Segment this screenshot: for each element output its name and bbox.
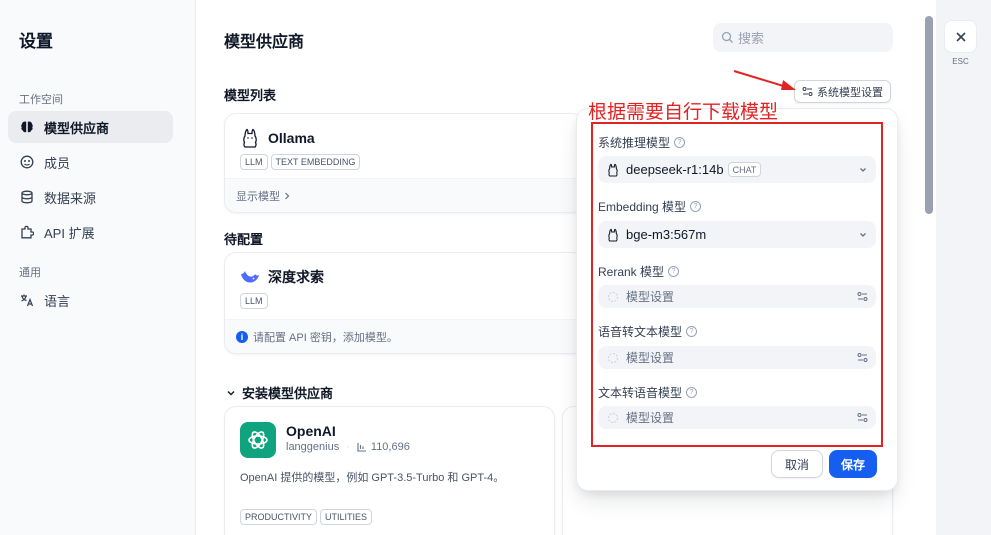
- members-icon: [20, 155, 34, 169]
- openai-provider-card[interactable]: OpenAI langgenius · 110,696 OpenAI 提供的模型…: [224, 406, 555, 535]
- pending-title: 待配置: [224, 232, 264, 247]
- sidebar-item-label: 语言: [44, 293, 71, 309]
- openai-description: OpenAI 提供的模型，例如 GPT-3.5-Turbo 和 GPT-4。: [240, 472, 505, 484]
- ollama-logo-icon: [240, 128, 260, 148]
- close-icon: [955, 31, 967, 43]
- sidebar-item-api-extension[interactable]: API 扩展: [8, 216, 173, 248]
- puzzle-icon: [20, 225, 34, 239]
- sidebar-group-workspace: 工作空间: [19, 94, 63, 106]
- scrollbar-thumb[interactable]: [925, 16, 933, 214]
- settings-sliders-icon: [802, 86, 813, 97]
- search-placeholder: 搜索: [738, 31, 765, 46]
- install-count-icon: [357, 442, 367, 452]
- database-icon: [20, 190, 34, 204]
- sidebar-item-members[interactable]: 成员: [8, 146, 173, 178]
- tag-productivity: PRODUCTIVITY: [240, 509, 318, 525]
- deepseek-whale-icon: [240, 267, 260, 287]
- save-button[interactable]: 保存: [829, 450, 877, 478]
- translate-icon: [20, 293, 34, 307]
- settings-sidebar: 设置 工作空间 模型供应商 成员 数据来源 API 扩展 通用 语言: [0, 0, 196, 535]
- sidebar-item-label: API 扩展: [44, 225, 95, 241]
- configure-api-text: 请配置 API 密钥，添加模型。: [253, 331, 398, 344]
- meta-separator: ·: [346, 441, 350, 453]
- tag-utilities: UTILITIES: [320, 509, 373, 525]
- brain-icon: [20, 120, 34, 134]
- sidebar-item-data-source[interactable]: 数据来源: [8, 181, 173, 213]
- configure-api-notice: i 请配置 API 密钥，添加模型。: [225, 319, 583, 353]
- info-icon: i: [236, 330, 248, 343]
- close-button[interactable]: [944, 20, 977, 53]
- chevron-down-icon: [226, 388, 236, 398]
- tag-llm: LLM: [240, 293, 268, 309]
- sidebar-group-general: 通用: [19, 267, 41, 279]
- search-input[interactable]: 搜索: [713, 23, 893, 52]
- install-providers-title: 安装模型供应商: [242, 386, 334, 401]
- openai-name: OpenAI: [286, 423, 336, 439]
- sidebar-item-model-provider[interactable]: 模型供应商: [8, 111, 173, 143]
- sidebar-item-language[interactable]: 语言: [8, 284, 173, 316]
- sidebar-item-label: 成员: [44, 155, 71, 171]
- tag-llm: LLM: [240, 154, 268, 170]
- tag-text-embedding: TEXT EMBEDDING: [270, 154, 361, 170]
- system-model-settings-button[interactable]: 系统模型设置: [794, 80, 891, 103]
- openai-logo-icon: [240, 422, 276, 458]
- show-models-link[interactable]: 显示模型: [225, 178, 583, 212]
- ollama-name: Ollama: [268, 130, 315, 146]
- sidebar-item-label: 数据来源: [44, 190, 97, 206]
- cancel-button[interactable]: 取消: [771, 450, 823, 478]
- deepseek-provider-card: 深度求索 LLM i 请配置 API 密钥，添加模型。: [224, 252, 584, 354]
- deepseek-name: 深度求索: [268, 269, 324, 285]
- sidebar-title: 设置: [19, 32, 53, 51]
- install-providers-toggle[interactable]: 安装模型供应商: [226, 383, 333, 402]
- esc-hint: ESC: [952, 57, 969, 66]
- annotation-highlight-box: [591, 122, 883, 447]
- show-models-label: 显示模型: [236, 190, 280, 203]
- annotation-text: 根据需要自行下载模型: [588, 102, 779, 123]
- openai-author: langgenius: [286, 441, 340, 453]
- search-icon: [721, 31, 734, 44]
- ollama-provider-card: Ollama LLM TEXT EMBEDDING 显示模型: [224, 113, 584, 213]
- scrollbar-track: [936, 0, 950, 535]
- openai-install-count: 110,696: [370, 441, 410, 453]
- model-list-title: 模型列表: [224, 88, 277, 103]
- sidebar-item-label: 模型供应商: [44, 120, 110, 136]
- chevron-right-icon: [283, 192, 291, 200]
- openai-meta: langgenius · 110,696: [286, 441, 410, 453]
- system-model-settings-label: 系统模型设置: [817, 86, 883, 99]
- page-title: 模型供应商: [224, 34, 305, 51]
